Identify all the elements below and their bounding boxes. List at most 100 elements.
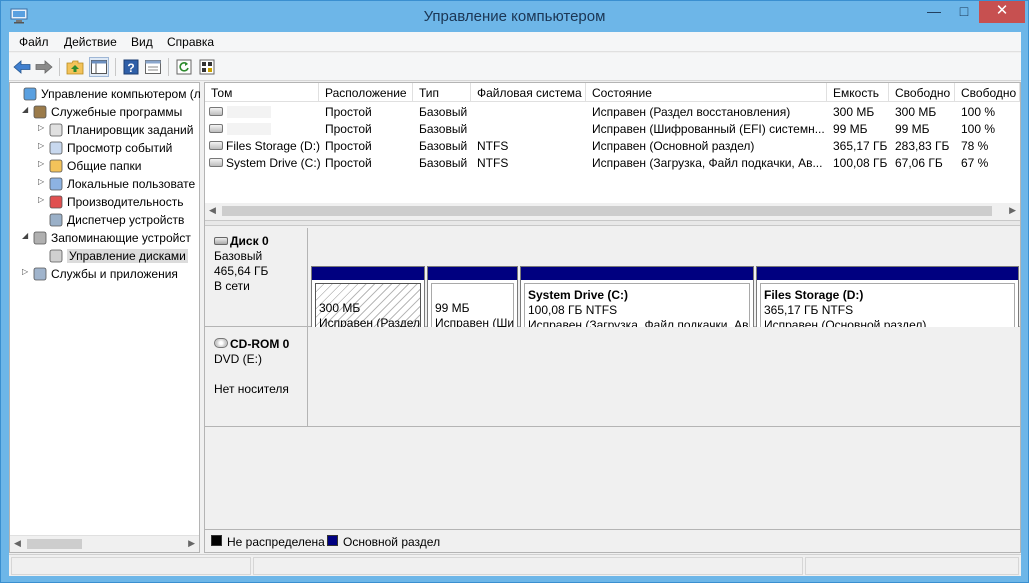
- collapse-arrow-icon[interactable]: ◢: [22, 231, 28, 240]
- menu-file[interactable]: Файл: [19, 35, 49, 49]
- tree-item[interactable]: ▷ Локальные пользовате: [10, 175, 199, 193]
- scroll-right-icon[interactable]: ▶: [1009, 205, 1016, 216]
- maximize-button[interactable]: □: [949, 1, 979, 23]
- toolbar: ?: [9, 53, 1021, 81]
- tree-item[interactable]: ▷ Общие папки: [10, 157, 199, 175]
- disk-map: Диск 0 Базовый 465,64 ГБ В сети 300 МБ И…: [205, 228, 1020, 528]
- pane-splitter[interactable]: [205, 220, 1020, 226]
- scroll-thumb[interactable]: [222, 206, 992, 216]
- disk-name: Диск 0: [230, 234, 269, 248]
- tree-item[interactable]: ▷ Планировщик заданий: [10, 121, 199, 139]
- refresh-icon[interactable]: [174, 57, 194, 77]
- services-icon: [32, 266, 48, 282]
- tree-item-label: Служебные программы: [51, 105, 183, 119]
- column-header[interactable]: Том: [205, 83, 319, 102]
- primary-partition-band: [521, 267, 753, 280]
- cd-rom-icon: [214, 338, 228, 348]
- console-tree[interactable]: ▷ Службы и приложения Управление дисками ◢ З…: [9, 82, 201, 553]
- tree-item[interactable]: ◢ Служебные программы: [10, 103, 199, 121]
- up-folder-icon[interactable]: [65, 57, 85, 77]
- tree-item-label: Запоминающие устройст: [51, 231, 191, 245]
- tree-item-label: Общие папки: [67, 159, 142, 173]
- tree-item[interactable]: ▷ Просмотр событий: [10, 139, 199, 157]
- disk-management-pane: Том Расположение Тип Файловая система Состоя…: [204, 82, 1021, 553]
- minimize-button[interactable]: —: [919, 1, 949, 23]
- cdrom-0-label[interactable]: CD-ROM 0 DVD (E:) Нет носителя: [205, 327, 308, 427]
- disk-management-icon: [48, 248, 64, 264]
- table-row[interactable]: System Drive (C:) Простой Базовый NTFS Испра…: [205, 154, 1020, 171]
- expand-arrow-icon[interactable]: ▷: [22, 267, 28, 276]
- table-row[interactable]: Простой Базовый Исправен (Шифрованный (EFI…: [205, 120, 1020, 137]
- column-header[interactable]: Емкость: [827, 83, 889, 102]
- tree-item[interactable]: Диспетчер устройств: [10, 211, 199, 229]
- menu-view[interactable]: Вид: [131, 35, 153, 49]
- partition-size: 365,17 ГБ NTFS: [764, 303, 854, 317]
- scroll-right-icon[interactable]: ▶: [188, 538, 195, 549]
- volume-list-horizontal-scrollbar[interactable]: ◀ ▶: [205, 203, 1020, 220]
- expand-arrow-icon[interactable]: ▷: [38, 177, 44, 186]
- table-cell: 100,08 ГБ: [833, 156, 888, 170]
- expand-arrow-icon[interactable]: ▷: [38, 195, 44, 204]
- volume-icon: [209, 141, 223, 150]
- scroll-left-icon[interactable]: ◀: [209, 205, 216, 216]
- primary-partition-band: [757, 267, 1018, 280]
- tree-item-label: Локальные пользовате: [67, 177, 196, 191]
- tree-item[interactable]: Управление дисками: [10, 247, 199, 265]
- properties-icon[interactable]: [143, 57, 163, 77]
- column-header[interactable]: Свободно: [955, 83, 1020, 102]
- column-header[interactable]: Свободно: [889, 83, 955, 102]
- app-window: Управление компьютером — □ ✕ Файл Действ…: [0, 0, 1029, 583]
- table-row[interactable]: Files Storage (D:) Простой Базовый NTFS Испр…: [205, 137, 1020, 154]
- expand-arrow-icon[interactable]: ▷: [38, 159, 44, 168]
- show-hide-tree-icon[interactable]: [89, 57, 109, 77]
- volume-icon: [209, 107, 223, 116]
- disk-icon: [214, 237, 228, 245]
- table-cell: Простой: [325, 156, 372, 170]
- tree-item[interactable]: ▷ Производительность: [10, 193, 199, 211]
- export-icon[interactable]: [197, 57, 217, 77]
- menu-action[interactable]: Действие: [64, 35, 117, 49]
- expand-arrow-icon[interactable]: ▷: [38, 141, 44, 150]
- toolbar-separator: [59, 58, 60, 76]
- table-cell: NTFS: [477, 156, 509, 170]
- table-cell: Базовый: [419, 156, 468, 170]
- tree-item-label: Производительность: [67, 195, 184, 209]
- close-button[interactable]: ✕: [979, 1, 1025, 23]
- partition-size: 100,08 ГБ NTFS: [528, 303, 618, 317]
- table-row[interactable]: Простой Базовый Исправен (Раздел восстанов…: [205, 103, 1020, 120]
- table-cell: 67 %: [961, 156, 989, 170]
- tools-icon: [32, 104, 48, 120]
- scroll-thumb[interactable]: [27, 539, 82, 549]
- column-header[interactable]: Файловая система: [471, 83, 586, 102]
- tree-item-label: Диспетчер устройств: [67, 213, 185, 227]
- column-header[interactable]: Состояние: [586, 83, 827, 102]
- cdrom-0-row: [308, 327, 1020, 427]
- toolbar-separator: [168, 58, 169, 76]
- scroll-left-icon[interactable]: ◀: [14, 538, 21, 549]
- collapse-arrow-icon[interactable]: ◢: [22, 105, 28, 114]
- column-header[interactable]: Расположение: [319, 83, 413, 102]
- back-icon[interactable]: [12, 57, 32, 77]
- tree-item[interactable]: Управление компьютером (л: [10, 85, 201, 103]
- legend-primary-label: Основной раздел: [343, 535, 441, 549]
- users-icon: [48, 176, 64, 192]
- title-bar[interactable]: Управление компьютером — □ ✕: [1, 1, 1028, 31]
- menu-help[interactable]: Справка: [167, 35, 214, 49]
- performance-icon: [48, 194, 64, 210]
- menu-bar: Файл Действие Вид Справка: [9, 32, 1021, 52]
- forward-icon[interactable]: [34, 57, 54, 77]
- device-manager-icon: [48, 212, 64, 228]
- disk-0-label[interactable]: Диск 0 Базовый 465,64 ГБ В сети: [205, 228, 308, 327]
- shared-folder-icon: [48, 158, 64, 174]
- status-bar: [9, 554, 1021, 576]
- volume-list[interactable]: Том Расположение Тип Файловая система Состоя…: [205, 83, 1020, 203]
- partition-size: 300 МБ: [319, 301, 361, 315]
- column-header[interactable]: Тип: [413, 83, 471, 102]
- tree-item[interactable]: ◢ Запоминающие устройст: [10, 229, 199, 247]
- expand-arrow-icon[interactable]: ▷: [38, 123, 44, 132]
- help-icon[interactable]: ?: [121, 57, 141, 77]
- tree-item-label: Просмотр событий: [67, 141, 173, 155]
- legend: Не распределена Основной раздел: [205, 529, 1020, 552]
- tree-item[interactable]: ▷ Службы и приложения: [10, 265, 199, 283]
- tree-horizontal-scrollbar[interactable]: ◀ ▶: [10, 535, 199, 552]
